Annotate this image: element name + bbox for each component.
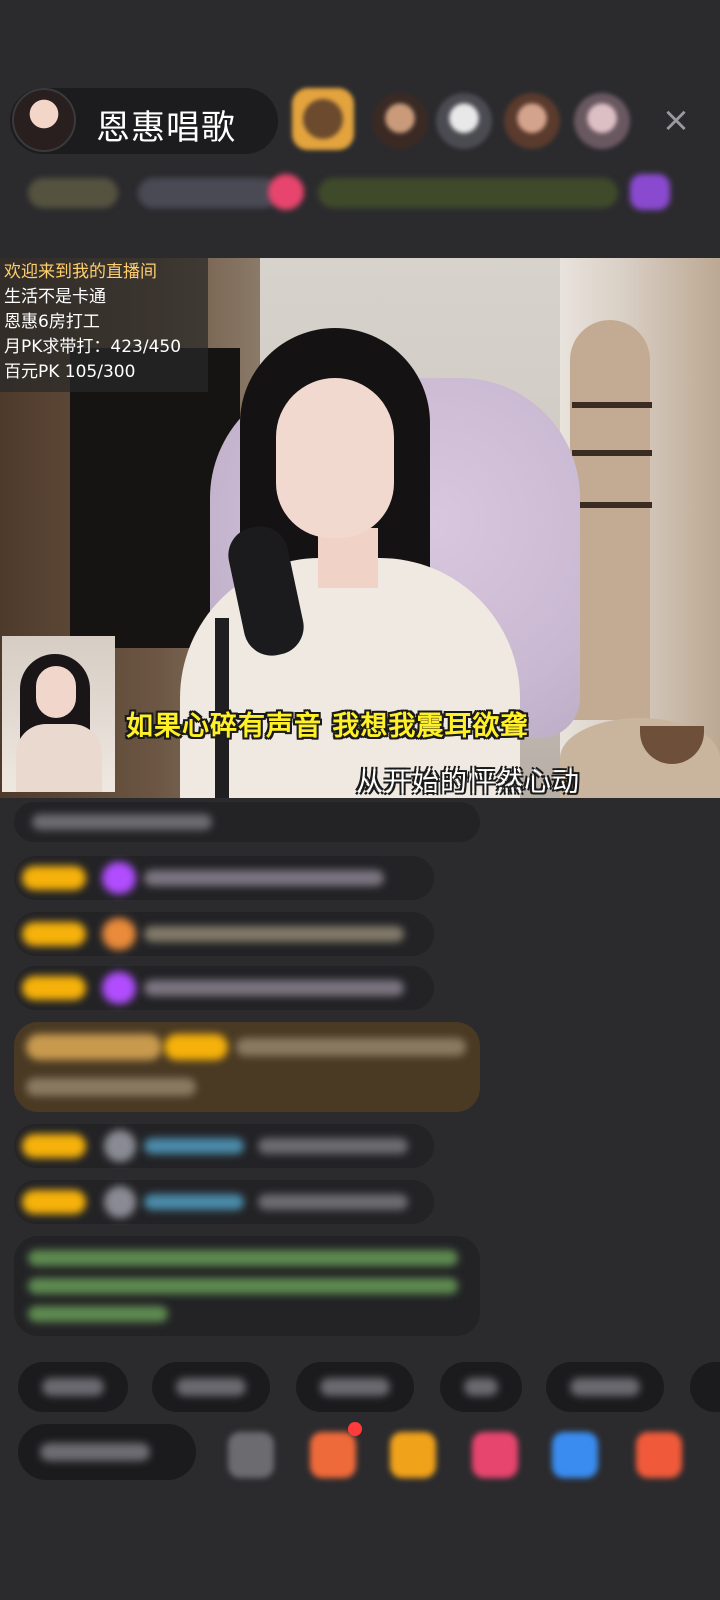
chat-text xyxy=(258,1194,408,1210)
quick-reply-chip[interactable] xyxy=(440,1362,522,1412)
chat-text xyxy=(144,980,404,996)
streamer-notice: 欢迎来到我的直播间 生活不是卡通 恩惠6房打工 月PK求带打：423/450 百… xyxy=(0,258,208,392)
gift-icon[interactable] xyxy=(636,1432,682,1478)
chat-message[interactable] xyxy=(14,912,434,956)
hourly-rank-chip[interactable] xyxy=(138,178,278,208)
top-viewer-avatar-1[interactable] xyxy=(292,88,354,150)
top-viewer-avatar-2[interactable] xyxy=(372,93,428,149)
chat-username xyxy=(144,1138,244,1154)
vip-badge xyxy=(26,1034,162,1060)
quick-reply-chip[interactable] xyxy=(296,1362,414,1412)
chat-text xyxy=(32,814,212,830)
system-message xyxy=(14,1236,480,1336)
quick-reply-chip[interactable] xyxy=(152,1362,270,1412)
chat-text xyxy=(144,870,384,886)
level-badge xyxy=(22,976,86,1000)
chat-message[interactable] xyxy=(14,1180,434,1224)
pip-person-body xyxy=(16,724,102,792)
quick-reply-chip[interactable] xyxy=(546,1362,664,1412)
chat-text xyxy=(26,1078,196,1096)
quick-reply-chip[interactable] xyxy=(690,1362,720,1412)
chat-input[interactable] xyxy=(18,1424,196,1480)
host-avatar[interactable] xyxy=(12,88,76,152)
notice-line: 欢迎来到我的直播间 xyxy=(4,262,157,282)
room-shelf xyxy=(572,450,652,456)
chat-text xyxy=(144,926,404,942)
level-badge xyxy=(164,1034,228,1060)
system-text xyxy=(28,1250,458,1266)
share-icon[interactable] xyxy=(552,1432,598,1478)
top-viewer-avatar-4[interactable] xyxy=(504,93,560,149)
activity-icon[interactable] xyxy=(268,174,304,210)
notice-line: 月PK求带打：423/450 xyxy=(4,337,182,357)
fan-club-chip[interactable] xyxy=(318,178,618,208)
top-viewer-avatar-5[interactable] xyxy=(574,93,630,149)
quick-reply-chip[interactable] xyxy=(18,1362,128,1412)
level-badge xyxy=(22,1134,86,1158)
room-shelf xyxy=(572,402,652,408)
chat-text xyxy=(258,1138,408,1154)
lyric-line-next: 从开始的怦然心动 xyxy=(356,767,580,798)
chat-message[interactable] xyxy=(14,966,434,1010)
notice-line: 百元PK 105/300 xyxy=(4,362,136,382)
room-shelf xyxy=(572,502,652,508)
host-name[interactable]: 恩惠唱歌 xyxy=(96,100,236,149)
gem-icon xyxy=(102,972,136,1004)
stream-info-row[interactable] xyxy=(18,170,698,216)
badge-icon xyxy=(102,918,136,950)
pip-video[interactable] xyxy=(2,636,115,792)
notice-line: 生活不是卡通 xyxy=(4,287,106,307)
game-icon[interactable] xyxy=(310,1432,356,1478)
pip-person-face xyxy=(36,666,76,718)
streamer-face xyxy=(276,378,394,538)
chat-message[interactable] xyxy=(14,1124,434,1168)
chat-message[interactable] xyxy=(14,802,480,842)
close-icon[interactable]: × xyxy=(656,100,696,140)
gift-box-icon[interactable] xyxy=(390,1432,436,1478)
rank-chip[interactable] xyxy=(28,178,118,208)
top-viewer-avatar-3[interactable] xyxy=(436,93,492,149)
level-badge xyxy=(22,1190,86,1214)
gem-icon xyxy=(102,862,136,894)
badge-icon xyxy=(104,1130,136,1162)
badge-icon xyxy=(104,1186,136,1218)
notice-line: 恩惠6房打工 xyxy=(4,312,100,332)
gift-banner-icon[interactable] xyxy=(630,174,670,210)
chat-username xyxy=(144,1194,244,1210)
chat-text xyxy=(236,1038,466,1056)
room-shelf-arch xyxy=(570,320,650,720)
level-badge xyxy=(22,866,86,890)
system-text xyxy=(28,1306,168,1322)
lyric-line-current: 如果心碎有声音 我想我震耳欲聋 xyxy=(126,711,529,742)
heart-icon[interactable] xyxy=(472,1432,518,1478)
system-text xyxy=(28,1278,458,1294)
emoji-icon[interactable] xyxy=(228,1432,274,1478)
chat-message[interactable] xyxy=(14,856,434,900)
chat-message-highlight[interactable] xyxy=(14,1022,480,1112)
notification-dot xyxy=(348,1422,362,1436)
level-badge xyxy=(22,922,86,946)
